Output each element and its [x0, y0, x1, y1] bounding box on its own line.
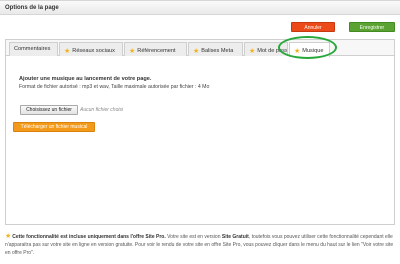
- music-heading: Ajouter une musique au lancement de votr…: [19, 76, 152, 82]
- star-icon: ★: [129, 47, 136, 55]
- tab-balises-meta[interactable]: ★ Balises Meta: [188, 42, 243, 56]
- format-note: Format de fichier autorisé : mp3 et wav,…: [19, 84, 210, 90]
- star-icon: ★: [5, 233, 12, 240]
- save-button[interactable]: Enregistrer: [349, 22, 395, 32]
- cancel-button[interactable]: Annuler: [291, 22, 335, 32]
- star-icon: ★: [64, 47, 71, 55]
- upload-music-button[interactable]: Télécharger un fichier musical: [13, 122, 95, 132]
- notice-plan: Site Gratuit: [221, 234, 249, 240]
- star-icon: ★: [193, 47, 200, 55]
- dialog-title: Options de la page: [0, 0, 400, 15]
- tab-reseaux-sociaux[interactable]: ★ Réseaux sociaux: [59, 42, 123, 56]
- star-icon: ★: [249, 47, 256, 55]
- notice-lead: Cette fonctionnalité est incluse uniquem…: [12, 234, 166, 240]
- tab-referencement[interactable]: ★ Référencement: [124, 42, 187, 56]
- tab-label: Référencement: [137, 48, 176, 54]
- no-file-label: Aucun fichier choisi: [80, 107, 124, 113]
- tab-commentaires[interactable]: Commentaires: [9, 42, 58, 56]
- tab-label: Commentaires: [14, 46, 51, 52]
- notice-text: Votre site est en version: [165, 234, 222, 240]
- tab-label: Balises Meta: [201, 48, 234, 54]
- highlight-circle: [278, 36, 337, 59]
- options-panel: Commentaires ★ Réseaux sociaux ★ Référence…: [5, 39, 395, 225]
- pro-notice: ★Cette fonctionnalité est incluse unique…: [5, 233, 397, 257]
- choose-file-button[interactable]: Choisissez un fichier: [20, 105, 78, 115]
- tab-label: Réseaux sociaux: [72, 48, 115, 54]
